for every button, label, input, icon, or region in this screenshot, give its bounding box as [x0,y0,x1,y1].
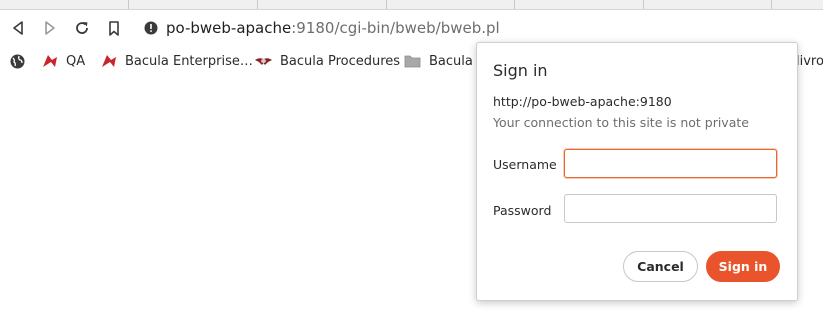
url-host: po-bweb-apache [166,19,292,37]
url-path: :9180/cgi-bin/bweb/bweb.pl [291,19,500,37]
bookmark-icon[interactable] [104,18,124,38]
reload-icon[interactable] [72,18,92,38]
password-label: Password [493,203,552,218]
dialog-title: Sign in [493,61,548,80]
bookmark-label: Bacula Enterprise… [125,53,253,69]
bat-icon [255,55,272,67]
bookmark-bacula-procedures[interactable]: Bacula Procedures [255,52,400,70]
bookmark-overflow-label[interactable]: livros [796,54,823,69]
tab-separator [386,0,387,9]
sign-in-button[interactable]: Sign in [706,251,780,282]
sign-in-dialog: Sign in http://po-bweb-apache:9180 Your … [476,42,798,301]
site-info-icon[interactable] [144,21,158,35]
red-bookmark-icon [42,54,58,68]
tab-strip [0,0,823,10]
dialog-origin: http://po-bweb-apache:9180 [493,94,672,109]
tab-separator [257,0,258,9]
tab-separator [643,0,644,9]
password-field[interactable] [564,194,777,223]
bookmark-bacula-folder[interactable]: Bacula [404,52,473,70]
back-icon[interactable] [8,18,28,38]
tab-separator [128,0,129,9]
forward-icon[interactable] [40,18,60,38]
cancel-button[interactable]: Cancel [623,251,698,282]
username-field[interactable] [564,149,777,178]
username-label: Username [493,157,557,172]
tab-separator [771,0,772,9]
bookmark-qa[interactable]: QA [42,52,85,70]
bookmark-label: Bacula Procedures [280,53,401,69]
tab-separator [514,0,515,9]
globe-icon[interactable] [10,52,25,70]
url-bar[interactable]: po-bweb-apache:9180/cgi-bin/bweb/bweb.pl [144,18,500,38]
navigation-bar: po-bweb-apache:9180/cgi-bin/bweb/bweb.pl [0,10,823,46]
bookmark-label: QA [66,53,86,69]
bookmark-bacula-enterprise[interactable]: Bacula Enterprise… [101,52,253,70]
folder-icon [404,54,421,68]
red-bookmark-icon [101,54,117,68]
bookmark-label: Bacula [429,53,473,69]
dialog-warning: Your connection to this site is not priv… [493,115,749,130]
